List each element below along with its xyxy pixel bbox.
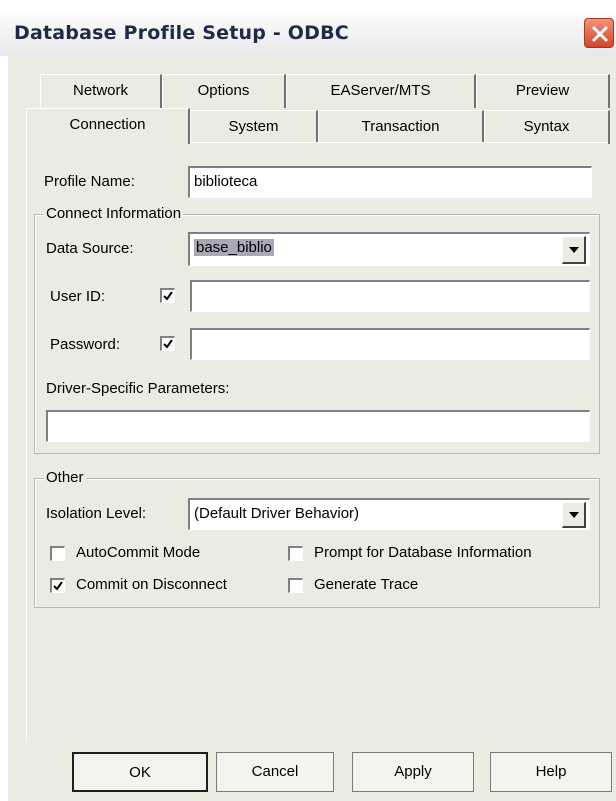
- generate-trace-checkbox[interactable]: [288, 578, 303, 593]
- user-id-input[interactable]: [190, 280, 590, 312]
- data-source-value: base_biblio: [194, 239, 274, 256]
- ok-button[interactable]: OK: [72, 752, 208, 792]
- profile-name-input[interactable]: biblioteca: [188, 166, 592, 198]
- data-source-select[interactable]: base_biblio: [188, 232, 590, 266]
- prompt-db-info-checkbox[interactable]: [288, 546, 303, 561]
- checkmark-icon: [53, 581, 63, 591]
- tab-network[interactable]: Network: [40, 74, 162, 108]
- cancel-button[interactable]: Cancel: [216, 752, 334, 792]
- tab-easerver-mts[interactable]: EAServer/MTS: [286, 74, 476, 108]
- profile-name-label: Profile Name:: [44, 173, 135, 190]
- isolation-level-select[interactable]: (Default Driver Behavior): [188, 498, 590, 530]
- tab-syntax[interactable]: Syntax: [484, 110, 610, 144]
- autocommit-label: AutoCommit Mode: [76, 544, 201, 561]
- driver-params-input[interactable]: [46, 410, 590, 442]
- autocommit-checkbox[interactable]: [50, 546, 65, 561]
- data-source-label: Data Source:: [46, 240, 134, 257]
- close-icon: [592, 26, 608, 42]
- tab-options[interactable]: Options: [162, 74, 286, 108]
- help-button[interactable]: Help: [490, 752, 612, 792]
- data-source-dropdown-button[interactable]: [562, 236, 586, 264]
- password-checkbox[interactable]: [160, 336, 175, 351]
- chevron-down-icon: [569, 247, 579, 253]
- user-id-checkbox[interactable]: [160, 288, 175, 303]
- other-legend: Other: [44, 469, 86, 486]
- driver-params-label: Driver-Specific Parameters:: [46, 380, 230, 397]
- checkmark-icon: [163, 291, 173, 301]
- window-title: Database Profile Setup - ODBC: [14, 22, 349, 44]
- chevron-down-icon: [569, 512, 579, 518]
- user-id-label: User ID:: [50, 288, 106, 305]
- tab-transaction[interactable]: Transaction: [318, 110, 484, 144]
- tab-preview[interactable]: Preview: [476, 74, 610, 108]
- apply-button[interactable]: Apply: [352, 752, 474, 792]
- connect-info-legend: Connect Information: [44, 205, 184, 222]
- title-bar: Database Profile Setup - ODBC: [0, 12, 616, 56]
- commit-on-disconnect-label: Commit on Disconnect: [76, 576, 227, 593]
- tab-connection[interactable]: Connection: [26, 108, 190, 144]
- commit-on-disconnect-checkbox[interactable]: [50, 578, 65, 593]
- generate-trace-label: Generate Trace: [314, 576, 419, 593]
- password-label: Password:: [50, 336, 121, 353]
- isolation-level-dropdown-button[interactable]: [562, 502, 586, 528]
- prompt-db-info-label: Prompt for Database Information: [314, 544, 532, 561]
- close-button[interactable]: [584, 18, 614, 48]
- password-input[interactable]: [190, 328, 590, 360]
- tab-system[interactable]: System: [190, 110, 318, 144]
- checkmark-icon: [163, 339, 173, 349]
- isolation-level-label: Isolation Level:: [46, 505, 147, 522]
